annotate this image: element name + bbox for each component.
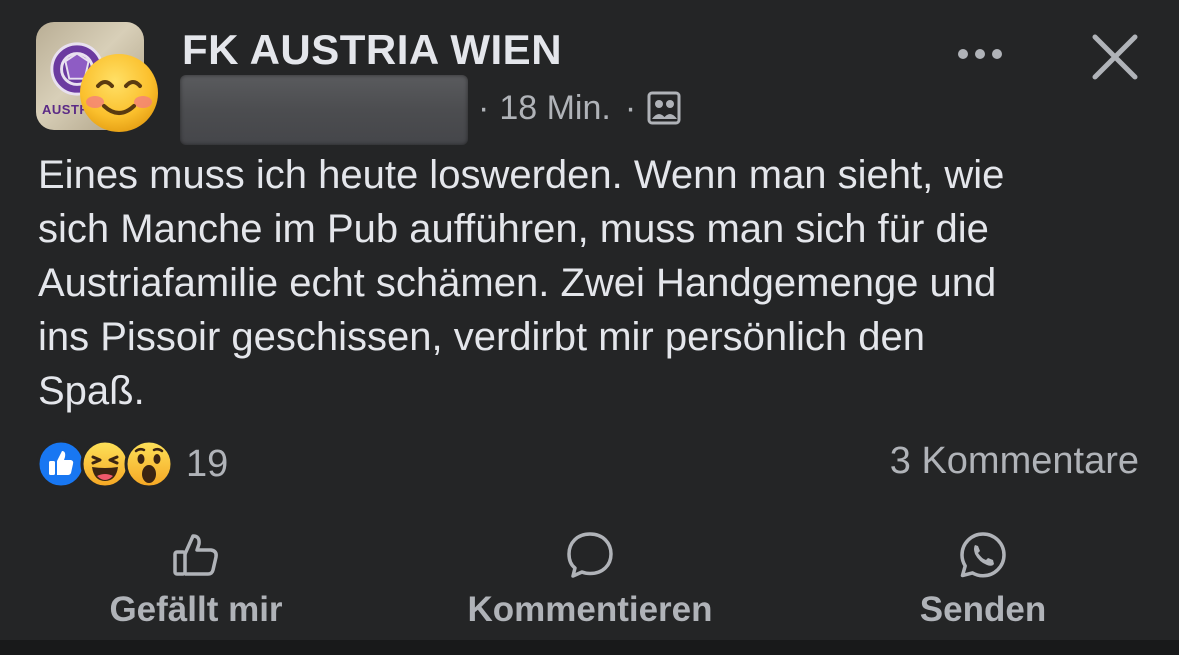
comments-count-link[interactable]: 3 Kommentare (890, 440, 1139, 483)
page-name[interactable]: FK AUSTRIA WIEN (182, 26, 562, 74)
post-timestamp[interactable]: 18 Min. (499, 89, 611, 128)
like-button[interactable]: Gefällt mir (36, 530, 356, 630)
feed-separator (0, 640, 1179, 655)
post-meta: · 18 Min. · (478, 86, 682, 130)
whatsapp-icon (960, 532, 1006, 578)
meta-separator: · (624, 88, 637, 127)
post-text: Eines muss ich heute loswerden. Wenn man… (38, 148, 1153, 418)
meta-separator: · (478, 88, 490, 127)
like-reaction-icon (36, 439, 86, 489)
close-button[interactable] (1084, 26, 1146, 88)
post-text-line: Eines muss ich heute loswerden. Wenn man… (38, 153, 1005, 197)
reaction-count: 19 (186, 442, 229, 485)
like-button-label: Gefällt mir (109, 590, 283, 629)
thumbs-up-icon (173, 534, 218, 576)
wow-reaction-icon (124, 439, 174, 489)
send-button[interactable]: Senden (823, 530, 1143, 630)
post-text-line: Spaß. (38, 369, 145, 413)
reaction-summary[interactable]: 19 (36, 438, 228, 490)
post-text-line: ins Pissoir geschissen, verdirbt mir per… (38, 315, 926, 359)
comment-button[interactable]: Kommentieren (430, 530, 750, 630)
group-audience-icon[interactable] (646, 90, 682, 126)
ellipsis-icon (958, 49, 1002, 59)
redacted-author-block (180, 75, 468, 145)
haha-reaction-icon (80, 439, 130, 489)
post-text-line: sich Manche im Pub aufführen, muss man s… (38, 207, 989, 251)
comment-button-label: Kommentieren (467, 590, 713, 629)
comment-bubble-icon (567, 532, 613, 578)
send-button-label: Senden (919, 590, 1047, 629)
post-text-line: Austriafamilie echt schämen. Zwei Handge… (38, 261, 997, 305)
post-card: AUSTRIA FK AUSTRIA WIEN · 18 Min. · Eine… (0, 0, 1179, 640)
close-icon (1092, 34, 1138, 80)
more-options-button[interactable] (952, 30, 1008, 78)
smiling-face-icon (80, 54, 158, 132)
